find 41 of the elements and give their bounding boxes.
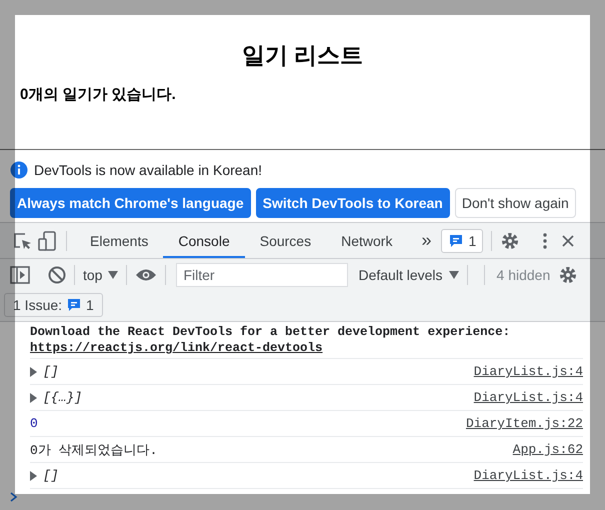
settings-icon[interactable] [500,230,520,250]
dismiss-button[interactable]: Don't show again [454,188,576,218]
source-link[interactable]: DiaryList.js:4 [474,468,583,483]
console-number: 0 [30,416,38,431]
console-object[interactable]: [] [43,364,59,379]
console-object[interactable]: [] [43,468,59,483]
info-message: DevTools is now available in Korean! [34,162,262,178]
source-link[interactable]: DiaryList.js:4 [474,390,583,405]
device-icon[interactable] [36,230,58,252]
caret-icon [448,271,459,279]
source-link[interactable]: DiaryItem.js:22 [466,416,583,431]
message-icon [448,232,464,248]
more-options-icon[interactable] [542,232,548,250]
expand-triangle-icon[interactable] [30,470,37,480]
eye-icon[interactable] [135,268,158,282]
diary-count-text: 0개의 일기가 있습니다. [20,85,176,104]
page-title: 일기 리스트 [240,41,364,70]
caret-icon [108,271,118,279]
more-tabs-button[interactable]: » [407,230,442,251]
console-message: Download the React DevTools for a better development experience: https://reactjs.org/link/react-devtools [30,325,510,355]
devtools-tab[interactable]: Sources [244,223,326,258]
devtools-tab[interactable]: Network [326,223,408,258]
source-link[interactable]: App.js:62 [512,442,583,457]
filter-field[interactable]: Filter [176,263,348,287]
language-button[interactable]: Switch DevTools to Korean [256,188,450,218]
inspect-icon[interactable] [12,230,32,250]
hidden-count: 4 hidden [496,267,550,283]
message-icon [66,297,82,313]
issues-badge[interactable]: 1 [441,228,484,252]
expand-triangle-icon[interactable] [30,366,37,376]
clear-icon[interactable] [48,266,66,284]
devtools-tab[interactable]: Elements [75,223,164,258]
context-dropdown[interactable]: top [83,267,118,283]
settings-icon[interactable] [558,265,578,285]
console-message: 0가 삭제되었습니다. [30,442,158,458]
devtools-link[interactable]: https://reactjs.org/link/react-devtools [30,341,323,355]
log-levels-dropdown[interactable]: Default levels [358,267,459,283]
close-icon[interactable] [562,234,574,246]
expand-triangle-icon[interactable] [30,392,37,402]
source-link[interactable]: DiaryList.js:4 [474,364,583,379]
console-object[interactable]: [{…}] [43,390,82,405]
